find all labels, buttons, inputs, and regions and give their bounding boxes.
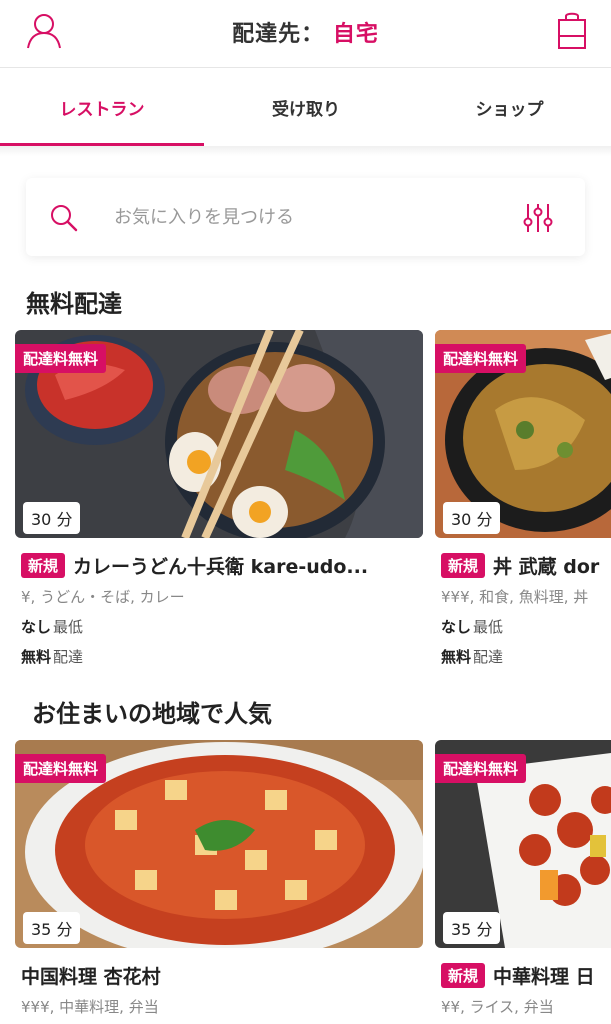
restaurant-card[interactable]: 配達料無料 30 分 新規 カレーうどん十兵衛 kare-udo... ¥, う… xyxy=(15,330,423,670)
delivery-fee-value: 無料 xyxy=(21,648,52,666)
filter-sliders-icon[interactable] xyxy=(520,200,556,236)
section-title-free-delivery: 無料配達 xyxy=(26,290,122,318)
app-header: 配達先： 自宅 xyxy=(0,0,611,68)
restaurant-card[interactable]: 配達料無料 35 分 中国料理 杏花村 ¥¥¥, 中華料理, 弁当 xyxy=(15,740,423,1024)
delivery-fee-value: 無料 xyxy=(441,648,472,666)
free-delivery-badge: 配達料無料 xyxy=(435,344,527,373)
tab-shops[interactable]: ショップ xyxy=(408,68,611,146)
minimum-order: なし 最低 xyxy=(21,616,83,637)
new-tag: 新規 xyxy=(441,963,486,988)
delivery-label: 配達先： xyxy=(232,22,325,47)
restaurant-name: 新規 丼 武蔵 dor xyxy=(441,552,599,579)
delivery-time-badge: 30 分 xyxy=(443,502,501,534)
restaurant-name-text: カレーうどん十兵衛 kare-udo... xyxy=(73,556,369,578)
restaurant-name-text: 丼 武蔵 dor xyxy=(493,556,600,578)
restaurant-name: 新規 カレーうどん十兵衛 kare-udo... xyxy=(21,552,368,579)
search-input[interactable] xyxy=(114,198,494,236)
tab-label: レストラン xyxy=(59,99,145,120)
cart-button[interactable] xyxy=(552,10,592,54)
restaurant-cuisine: ¥¥¥, 中華料理, 弁当 xyxy=(21,998,159,1016)
service-tabs: レストラン 受け取り ショップ xyxy=(0,68,611,146)
delivery-fee: 無料 配達 xyxy=(441,646,503,667)
delivery-time-badge: 35 分 xyxy=(443,912,501,944)
restaurant-name-text: 中国料理 杏花村 xyxy=(21,966,161,988)
free-delivery-badge: 配達料無料 xyxy=(15,344,107,373)
section-title-popular-nearby: お住まいの地域で人気 xyxy=(32,700,272,728)
tab-restaurants[interactable]: レストラン xyxy=(0,68,204,146)
delivery-value: 自宅 xyxy=(332,22,379,47)
tab-pickup[interactable]: 受け取り xyxy=(204,68,408,146)
minimum-order-value: なし xyxy=(21,618,52,636)
delivery-fee-label: 配達 xyxy=(53,648,84,666)
tab-label: ショップ xyxy=(475,99,544,120)
delivery-time-badge: 30 分 xyxy=(23,502,81,534)
new-tag: 新規 xyxy=(21,553,66,578)
delivery-fee: 無料 配達 xyxy=(21,646,83,667)
restaurant-card[interactable]: 配達料無料 35 分 新規 中華料理 日 ¥¥, ライス, 弁当 xyxy=(435,740,611,1024)
restaurant-cuisine: ¥, うどん・そば, カレー xyxy=(21,588,185,606)
free-delivery-badge: 配達料無料 xyxy=(15,754,107,783)
restaurant-card[interactable]: 配達料無料 30 分 新規 丼 武蔵 dor ¥¥¥, 和食, 魚料理, 丼 な… xyxy=(435,330,611,670)
minimum-order: なし 最低 xyxy=(441,616,503,637)
restaurant-name: 中国料理 杏花村 xyxy=(21,962,161,989)
delivery-time-badge: 35 分 xyxy=(23,912,81,944)
delivery-fee-label: 配達 xyxy=(473,648,504,666)
shopping-bag-icon xyxy=(558,12,586,49)
restaurant-cuisine: ¥¥¥, 和食, 魚料理, 丼 xyxy=(441,588,589,606)
restaurant-name-text: 中華料理 日 xyxy=(493,966,595,988)
minimum-order-label: 最低 xyxy=(473,618,504,636)
search-icon[interactable] xyxy=(48,202,80,234)
tab-label: 受け取り xyxy=(272,99,340,120)
new-tag: 新規 xyxy=(441,553,486,578)
delivery-address[interactable]: 配達先： 自宅 xyxy=(0,16,611,48)
minimum-order-label: 最低 xyxy=(53,618,84,636)
free-delivery-badge: 配達料無料 xyxy=(435,754,527,783)
minimum-order-value: なし xyxy=(441,618,472,636)
search-bar xyxy=(26,178,585,256)
restaurant-name: 新規 中華料理 日 xyxy=(441,962,595,989)
restaurant-cuisine: ¥¥, ライス, 弁当 xyxy=(441,998,554,1016)
tabs-divider xyxy=(0,146,611,156)
